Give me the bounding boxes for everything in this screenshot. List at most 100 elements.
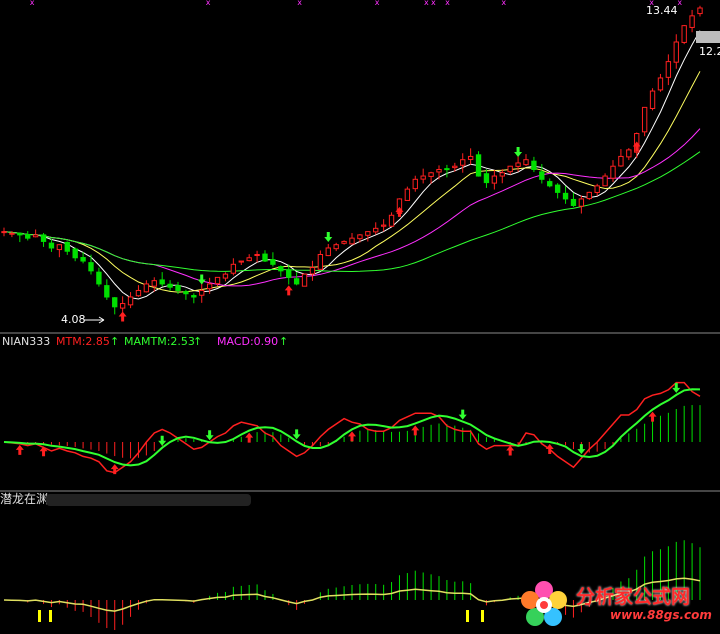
candle-body — [64, 241, 70, 252]
candle-body — [610, 165, 616, 179]
candle-body — [214, 276, 221, 285]
candle-body — [222, 273, 229, 279]
candle-body — [404, 188, 411, 201]
candle-body — [119, 303, 126, 309]
candle-body — [491, 175, 498, 184]
candle-body — [460, 159, 466, 166]
candle-body — [673, 41, 679, 63]
price-right-label: 12.2 — [699, 45, 720, 58]
candle-body — [25, 233, 31, 239]
candle-body — [586, 191, 592, 200]
candle-body — [135, 289, 142, 297]
candle-body — [40, 234, 47, 242]
macd-arrow: ↑ — [279, 335, 288, 348]
mtm-label: MTM:2.85 — [56, 335, 110, 348]
candle-body — [325, 247, 331, 257]
indicator-name: NIAN333 — [2, 335, 50, 348]
candle-body — [547, 181, 553, 187]
x-marker: x — [424, 0, 429, 7]
bottom-indicator-name: 潜龙在渊 — [0, 492, 48, 506]
candle-body — [515, 162, 521, 167]
candle-body — [523, 159, 529, 166]
candle-body — [254, 254, 260, 256]
candle-body — [594, 185, 600, 193]
candle-body — [602, 175, 608, 187]
mamtm-arrow: ↑ — [193, 335, 202, 348]
candle-body — [554, 184, 561, 193]
candle-body — [286, 269, 292, 278]
candle-body — [428, 172, 434, 177]
candle-body — [657, 77, 664, 91]
macd-label: MACD:0.90 — [217, 335, 278, 348]
candle-body — [341, 240, 347, 244]
x-marker: x — [431, 0, 436, 7]
candle-body — [293, 278, 300, 285]
candle-body — [206, 283, 213, 290]
candle-body — [262, 253, 268, 262]
candle-body — [649, 90, 656, 109]
candle-body — [199, 289, 205, 296]
candle-body — [32, 234, 39, 238]
candle-body — [183, 291, 189, 295]
candle-body — [689, 15, 695, 28]
candle-body — [507, 165, 513, 173]
candle-body — [444, 168, 450, 171]
candle-body — [238, 260, 244, 263]
candle-body — [309, 267, 316, 275]
candle-body — [191, 295, 197, 298]
x-marker: x — [375, 0, 380, 7]
yellow-marker — [466, 610, 469, 622]
stock-chart[interactable]: xxxxxxxxxx 13.44 12.2 4.08 NIAN333 MTM:2… — [0, 0, 720, 634]
candle-body — [539, 171, 545, 180]
candle-body — [357, 234, 363, 240]
candle-body — [365, 231, 371, 236]
candle-body — [88, 262, 94, 272]
candle-body — [420, 175, 426, 180]
candle-body — [246, 257, 252, 262]
price-low-label: 4.08 — [61, 313, 86, 326]
candle-body — [499, 172, 505, 177]
candle-body — [618, 155, 624, 167]
x-marker: x — [501, 0, 506, 7]
candle-body — [270, 259, 276, 265]
candle-body — [175, 285, 181, 291]
yellow-marker — [38, 610, 41, 622]
yellow-marker — [49, 610, 52, 622]
redacted-parameters — [46, 494, 251, 506]
x-marker: x — [445, 0, 450, 7]
candle-body — [317, 254, 324, 270]
candle-body — [230, 263, 237, 274]
watermark-logo: 分析家公式网 www.88gs.com — [518, 578, 718, 630]
candle-body — [626, 149, 632, 158]
candle-body — [104, 285, 110, 298]
candle-body — [641, 106, 648, 133]
flower-logo-icon — [521, 581, 567, 626]
candle-body — [48, 242, 55, 249]
candle-body — [388, 214, 395, 227]
candle-body — [452, 165, 458, 169]
candle-body — [96, 271, 102, 285]
candle-body — [167, 283, 173, 288]
candle-body — [151, 280, 157, 287]
candle-body — [1, 231, 7, 234]
candle-body — [578, 198, 585, 207]
candle-body — [681, 25, 687, 43]
candle-body — [278, 266, 284, 272]
candle-body — [475, 154, 482, 177]
candle-body — [159, 279, 165, 285]
candle-body — [697, 7, 703, 15]
watermark-url: www.88gs.com — [610, 608, 712, 622]
candle-body — [112, 297, 118, 308]
x-marker: x — [297, 0, 302, 7]
candle-body — [483, 173, 490, 184]
candle-body — [665, 61, 672, 78]
x-marker: x — [677, 0, 682, 7]
candle-body — [562, 192, 569, 200]
candle-body — [301, 273, 308, 287]
candle-body — [570, 198, 577, 206]
candle-body — [143, 283, 150, 293]
mtm-arrow: ↑ — [110, 335, 119, 348]
candle-body — [412, 178, 418, 190]
candle-body — [380, 224, 387, 227]
candle-body — [9, 232, 15, 235]
